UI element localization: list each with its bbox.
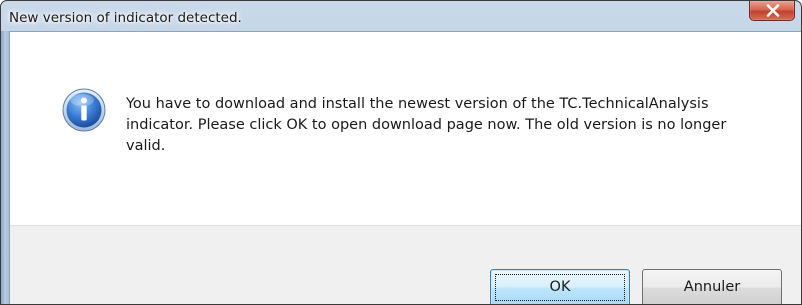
message-dialog: New version of indicator detected. You h…: [0, 0, 802, 305]
close-icon: [766, 4, 780, 17]
window-frame-edge: [1, 31, 9, 304]
ok-button[interactable]: OK: [490, 269, 630, 304]
cancel-button-label: Annuler: [683, 279, 741, 295]
close-button[interactable]: [749, 1, 795, 21]
ok-button-label: OK: [549, 279, 571, 295]
title-bar[interactable]: New version of indicator detected.: [1, 1, 801, 31]
dialog-title: New version of indicator detected.: [9, 10, 242, 26]
dialog-client-area: You have to download and install the new…: [9, 31, 801, 304]
button-bar: OK Annuler: [10, 225, 801, 304]
message-area: You have to download and install the new…: [10, 32, 801, 225]
message-text: You have to download and install the new…: [126, 96, 727, 154]
cancel-button[interactable]: Annuler: [642, 269, 782, 304]
info-icon: [62, 88, 106, 132]
